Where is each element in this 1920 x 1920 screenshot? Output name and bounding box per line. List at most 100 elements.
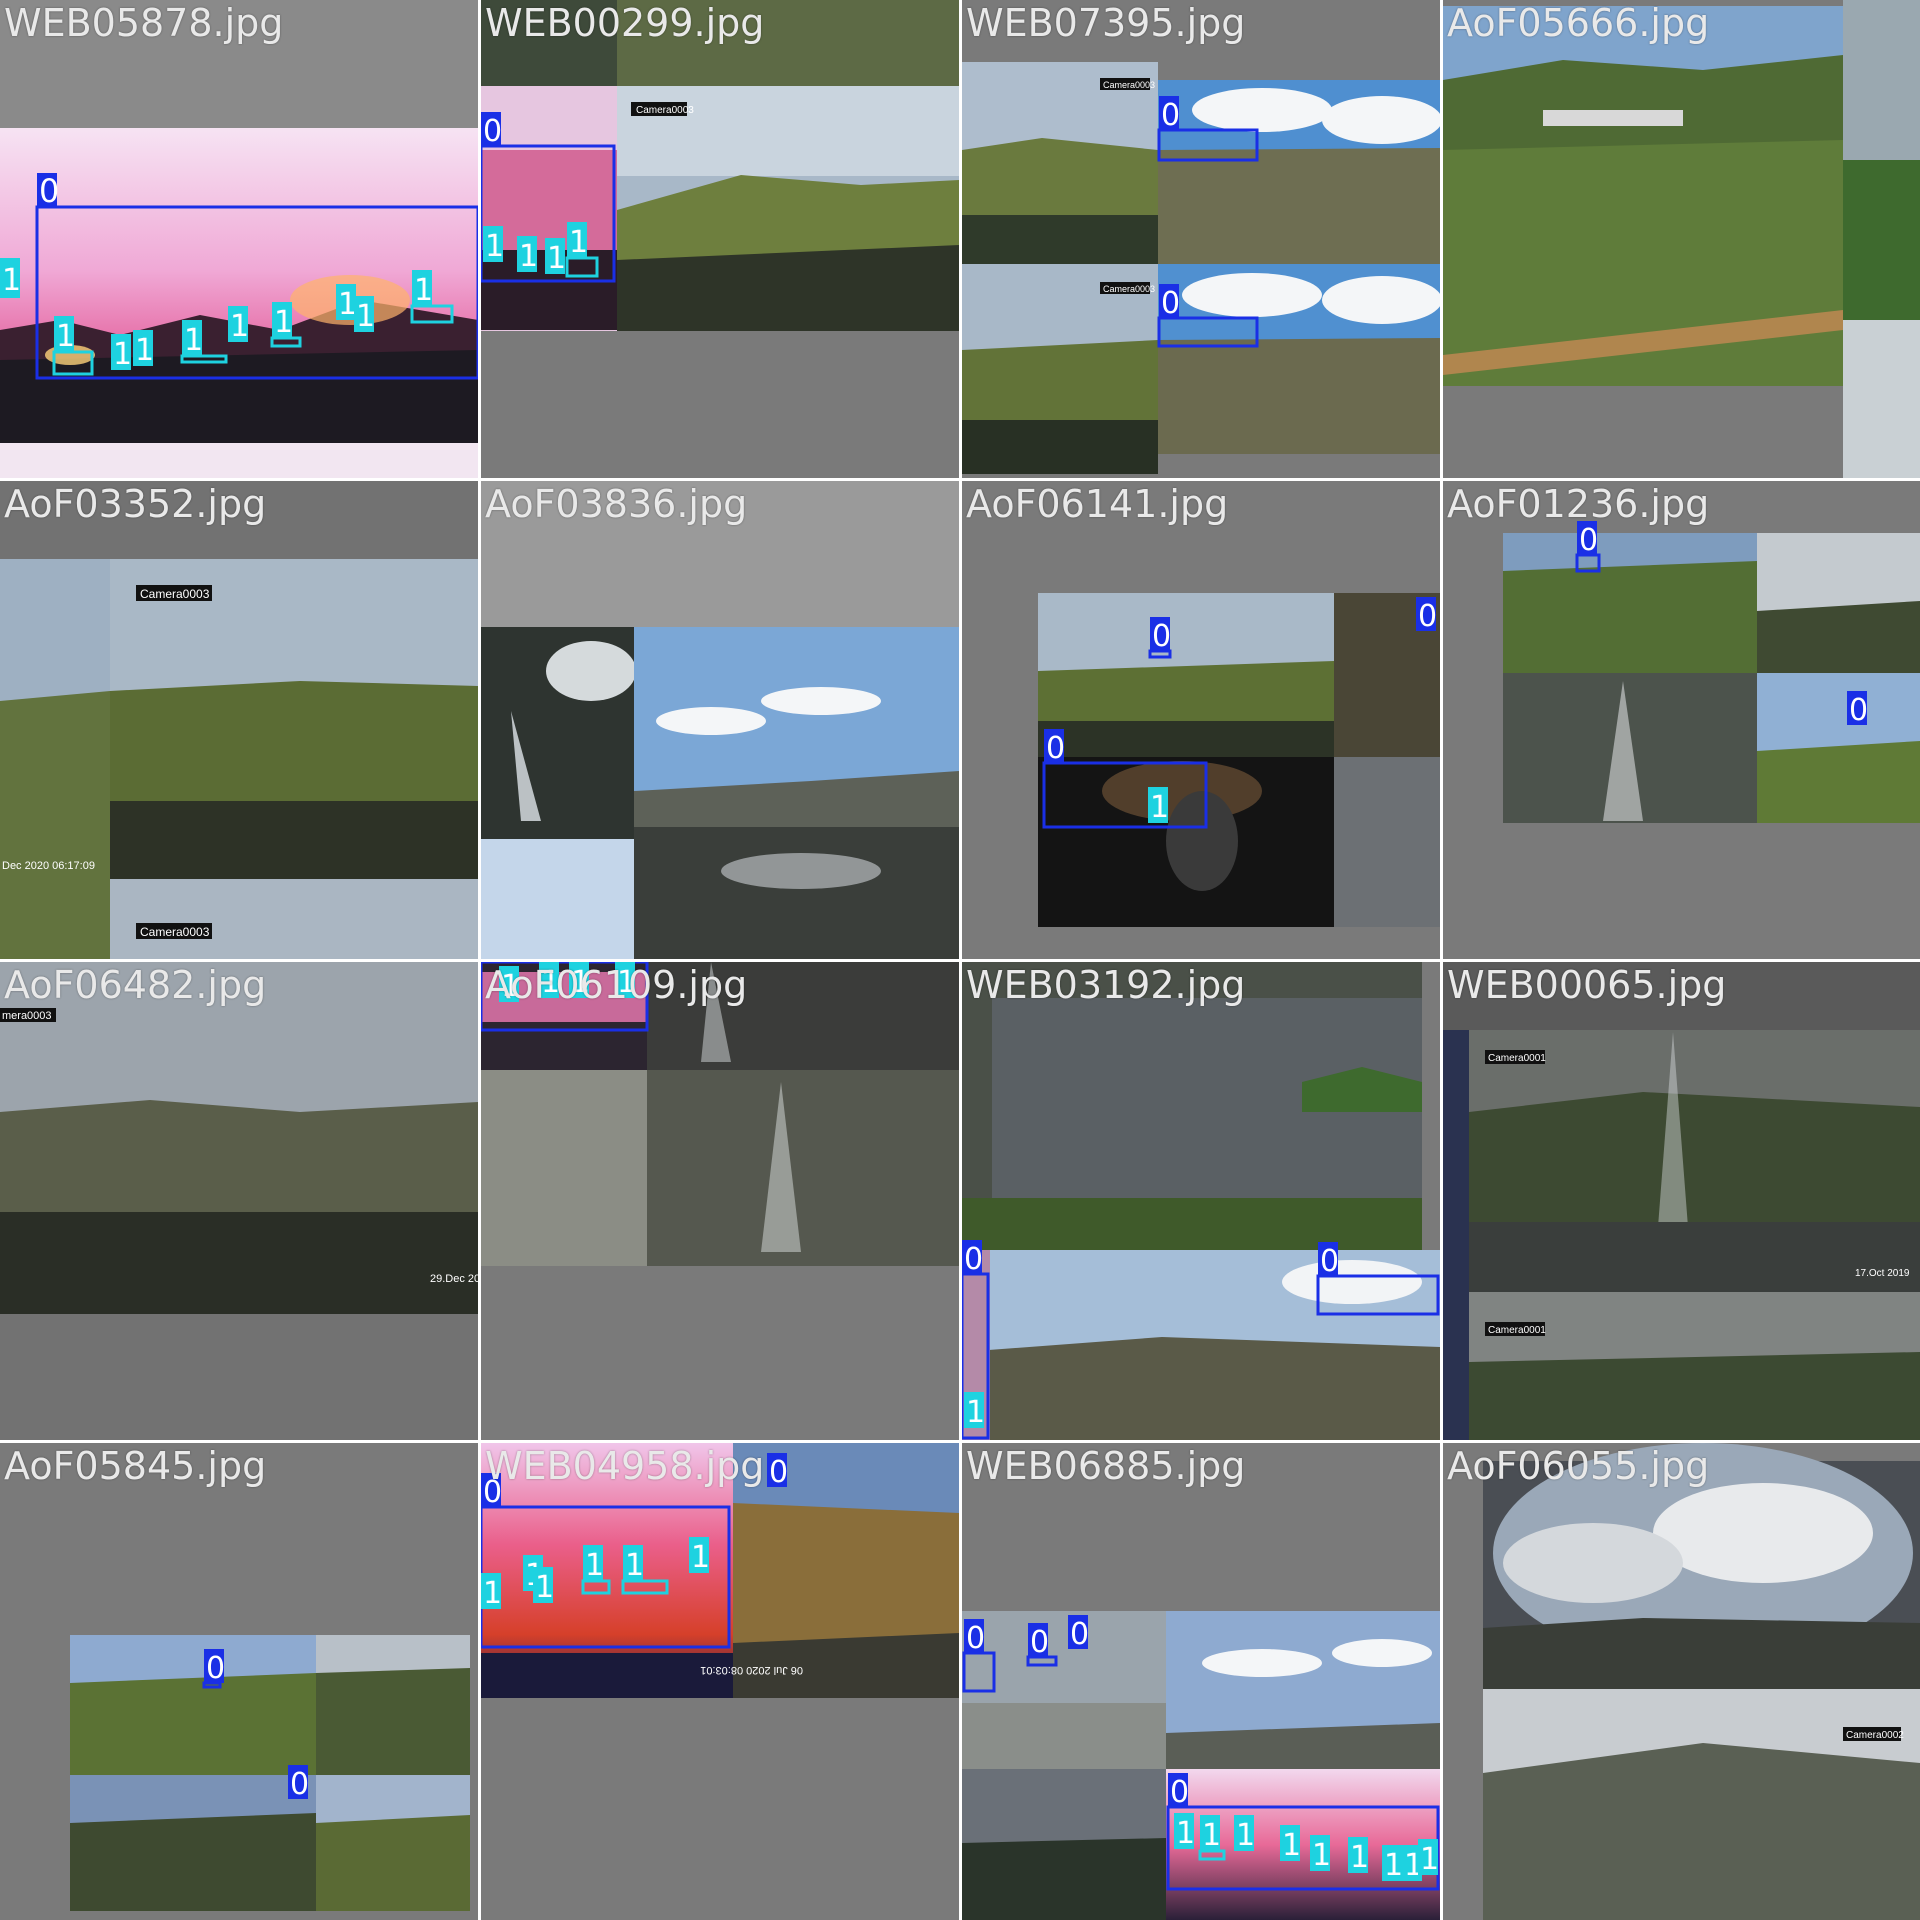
bbox-class-0: 0 [1068,1615,1089,1652]
bbox-class-1: 1 [1310,1835,1331,1873]
image-filename: WEB06885.jpg [966,1444,1246,1488]
tile-web04958: 06 Jul 2020 08:03:01 0 0 1 1 1 1 1 1 WEB… [481,1443,959,1920]
svg-text:1: 1 [519,239,538,274]
svg-text:Camera0002: Camera0002 [1846,1730,1904,1741]
svg-text:0: 0 [964,1242,983,1277]
svg-text:Camera0003: Camera0003 [140,925,210,939]
svg-text:0: 0 [1152,619,1171,654]
image-filename: AoF06482.jpg [4,963,267,1007]
image-filename: WEB00065.jpg [1447,963,1727,1007]
bbox-class-1: 1 [517,236,538,274]
svg-text:Dec 2020 06:17:09: Dec 2020 06:17:09 [2,860,95,872]
bbox-class-1: 1 [180,320,228,364]
bbox-class-1: 1 [336,284,357,322]
image-filename: AoF05845.jpg [4,1444,267,1488]
bbox-class-0: 0 [1416,597,1437,634]
svg-text:1: 1 [135,333,154,368]
annotation-layer: 0 0 1 [962,1240,1440,1440]
tile-image [481,481,959,959]
image-filename: WEB07395.jpg [966,1,1246,45]
svg-text:1: 1 [1420,1842,1439,1877]
bbox-class-0: 0 [1148,617,1172,659]
tile-aof06482: mera0003 29.Dec 20 AoF06482.jpg [0,962,478,1440]
svg-text:0: 0 [39,172,59,210]
bbox-class-1: 1 [1280,1825,1301,1863]
tile-image: Camera0003 Camera0003 Dec 2020 06:17:09 [0,481,478,959]
bbox-class-1: 1 [964,1392,985,1430]
image-filename: WEB05878.jpg [4,1,284,45]
bbox-class-1: 1 [354,296,375,334]
tile-aof01236: 0 0 AoF01236.jpg [1443,481,1920,959]
svg-text:1: 1 [691,1540,710,1575]
svg-text:1: 1 [274,305,293,340]
svg-text:0: 0 [1161,286,1180,321]
bbox-class-1: 1 [481,1573,502,1611]
tile-aof03352: Camera0003 Camera0003 Dec 2020 06:17:09 … [0,481,478,959]
image-filename: AoF06109.jpg [485,963,748,1007]
image-filename: WEB03192.jpg [966,963,1246,1007]
tile-web00299: Camera0003 0 1 1 1 1 WEB00299.jpg [481,0,959,478]
bbox-class-1: 1 [52,316,94,376]
svg-text:Camera0001: Camera0001 [1488,1325,1546,1336]
bbox-class-0: 0 [1316,1242,1440,1316]
svg-text:0: 0 [769,1455,788,1490]
bbox-class-0: 0 [1847,691,1868,728]
bbox-class-1: 1 [483,226,504,264]
tile-image: mera0003 29.Dec 20 [0,962,478,1440]
image-filename: AoF03836.jpg [485,482,748,526]
svg-text:1: 1 [1150,790,1169,825]
svg-text:1: 1 [1312,1838,1331,1873]
tile-image: Camera0002 [1443,1443,1920,1920]
svg-text:0: 0 [1418,599,1437,634]
image-filename: WEB04958.jpg [485,1444,765,1488]
bbox-class-1: 1 [581,1545,611,1595]
annotation-layer: 0 0 0 1 [1042,597,1437,829]
tile-aof06141: 0 0 0 1 AoF06141.jpg [962,481,1440,959]
annotation-layer: 0 0 [1157,96,1259,348]
svg-text:1: 1 [56,319,75,354]
bbox-class-1: 1 [689,1537,710,1575]
svg-text:Camera0003: Camera0003 [140,587,210,601]
tile-aof05666: AoF05666.jpg [1443,0,1920,478]
svg-text:1: 1 [1176,1816,1195,1851]
svg-text:1: 1 [1350,1840,1369,1875]
tile-web05878: 0 1 1 1 1 1 1 1 1 1 1 WEB05878.jpg [0,0,478,478]
svg-text:1: 1 [1202,1818,1221,1853]
bbox-class-0: 0 [1157,96,1259,162]
bbox-class-1: 1 [1348,1837,1369,1875]
bbox-class-1: 1 [1418,1839,1439,1877]
bbox-class-1: 1 [410,270,454,324]
svg-text:1: 1 [535,1570,554,1605]
bbox-class-1: 1 [1382,1845,1403,1883]
bbox-class-0: 0 [767,1453,788,1490]
bbox-class-1: 1 [1174,1813,1195,1851]
svg-text:0: 0 [1849,693,1868,728]
bbox-class-1: 1 [545,238,566,276]
svg-text:1: 1 [113,337,132,372]
tile-image: Camera0001 Camera0001 17.Oct 2019 [1443,962,1920,1440]
svg-text:1: 1 [625,1548,644,1583]
svg-text:1: 1 [1282,1828,1301,1863]
bbox-class-0: 0 [288,1765,309,1802]
svg-text:1: 1 [485,229,504,264]
svg-text:0: 0 [1046,731,1065,766]
bbox-class-0: 0 [35,172,478,380]
mosaic-grid: 0 1 1 1 1 1 1 1 1 1 1 WEB05878.jpg Camer… [0,0,1920,1920]
tile-web07395: Camera0003 Camera0003 0 0 WEB07395.jpg [962,0,1440,478]
bbox-class-0: 0 [1026,1623,1058,1667]
bbox-class-0: 0 [1575,521,1601,573]
svg-text:29.Dec 20: 29.Dec 20 [430,1273,478,1285]
bbox-class-1: 1 [621,1545,669,1595]
image-filename: AoF01236.jpg [1447,482,1710,526]
annotation-layer: 0 0 1 1 1 1 1 1 [481,1453,788,1649]
tile-aof06109: 0 1 1 1 1 AoF06109.jpg [481,962,959,1440]
annotation-layer: 0 1 1 1 1 1 1 1 1 1 1 [0,172,478,380]
svg-text:0: 0 [290,1767,309,1802]
tile-web00065: Camera0001 Camera0001 17.Oct 2019 WEB000… [1443,962,1920,1440]
svg-text:0: 0 [1320,1244,1339,1279]
image-filename: AoF03352.jpg [4,482,267,526]
bbox-class-1: 1 [228,306,249,344]
annotation-layer: 0 0 0 0 1 1 1 1 1 1 1 1 1 [962,1615,1440,1891]
bbox-class-1: 1 [111,334,132,372]
svg-text:1: 1 [230,309,249,344]
